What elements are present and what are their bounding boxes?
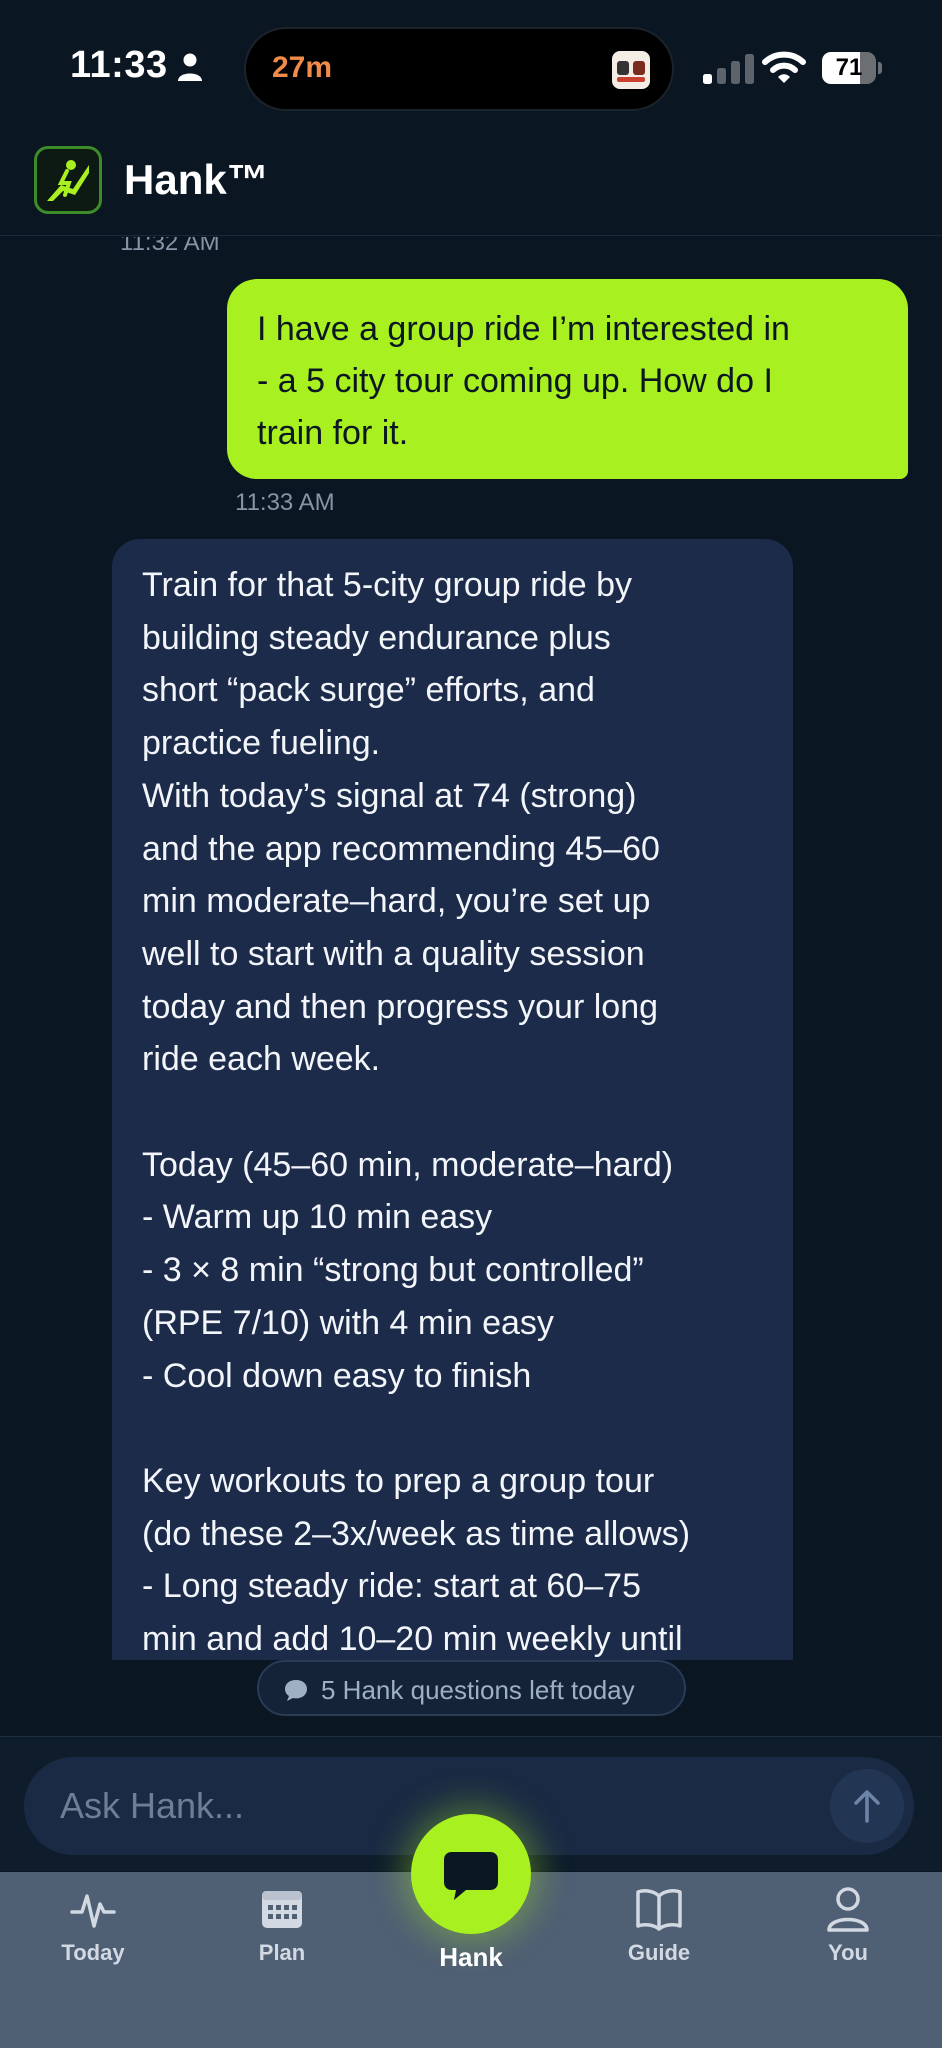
message-line: short “pack surge” efforts, and: [142, 671, 595, 710]
status-time: 11:33: [70, 44, 168, 86]
app-title: Hank™: [124, 156, 269, 203]
cellular-signal-icon: [703, 54, 754, 84]
message-line: (do these 2–3x/week as time allows): [142, 1514, 691, 1553]
status-bar: 11:33 27m 71: [0, 0, 942, 140]
tab-hank-label: Hank: [439, 1942, 503, 1972]
message-line: and the app recommending 45–60: [142, 829, 660, 868]
speech-bubble-icon: [285, 1680, 307, 1701]
message-line: - 3 × 8 min “strong but controlled”: [142, 1251, 644, 1290]
message-line: I have a group ride I’m interested in: [257, 310, 790, 348]
person-icon: [827, 1887, 869, 1932]
message-line: train for it.: [257, 414, 409, 452]
tab-you[interactable]: You: [783, 1886, 913, 1986]
island-activity-thumbnail-icon: [612, 51, 650, 89]
message-line: practice fueling.: [142, 724, 381, 763]
tab-hank[interactable]: [411, 1814, 531, 1934]
message-line: Train for that 5-city group ride by: [142, 566, 633, 604]
message-line: today and then progress your long: [142, 987, 659, 1026]
message-line: [142, 1086, 763, 1139]
message-line: [142, 1402, 763, 1455]
message-line: building steady endurance plus: [142, 618, 611, 657]
battery-level: 71: [835, 54, 863, 81]
book-icon: [636, 1889, 682, 1931]
questions-left-badge: 5 Hank questions left today: [257, 1660, 686, 1716]
input-placeholder: Ask Hank...: [60, 1785, 245, 1826]
tab-guide[interactable]: Guide: [594, 1886, 724, 1986]
calendar-icon: [262, 1891, 302, 1928]
pulse-icon: [70, 1894, 116, 1928]
chat-thread[interactable]: 11:32 AM I have a group ride I’m interes…: [0, 237, 942, 1660]
dynamic-island[interactable]: 27m: [244, 27, 674, 111]
app-header: Hank™: [0, 140, 942, 236]
questions-left-text: 5 Hank questions left today: [321, 1675, 635, 1705]
message-line: - Warm up 10 min easy: [142, 1198, 493, 1237]
battery-icon: 71: [822, 52, 882, 84]
message-line: ride each week.: [142, 1040, 381, 1079]
user-message-bubble: I have a group ride I’m interested in - …: [227, 279, 908, 479]
hank-logo-icon: [34, 146, 102, 214]
message-line: min moderate–hard, you’re set up: [142, 882, 651, 921]
message-line: - Long steady ride: start at 60–75: [142, 1567, 641, 1606]
message-line: (RPE 7/10) with 4 min easy: [142, 1303, 554, 1342]
message-line: - a 5 city tour coming up. How do I: [257, 362, 773, 400]
message-timestamp: 11:32 AM: [120, 237, 220, 256]
person-status-icon: [178, 53, 202, 81]
tab-label: Plan: [258, 1940, 306, 1965]
tab-label: Guide: [627, 1940, 691, 1965]
assistant-message-bubble: Train for that 5-city group ride by build…: [112, 539, 793, 1660]
wifi-icon: [762, 51, 806, 83]
tab-plan[interactable]: Plan: [217, 1886, 347, 1986]
tab-label: Today: [61, 1940, 125, 1965]
island-timer: 27m: [272, 51, 333, 84]
message-line: min and add 10–20 min weekly until: [142, 1620, 683, 1659]
message-line: Today (45–60 min, moderate–hard): [142, 1145, 674, 1184]
chat-bubble-icon: [444, 1852, 498, 1900]
message-line: - Cool down easy to finish: [142, 1356, 532, 1395]
message-timestamp: 11:33 AM: [235, 489, 335, 516]
message-line: Key workouts to prep a group tour: [142, 1461, 655, 1500]
arrow-up-icon: [854, 1790, 880, 1823]
send-button[interactable]: [830, 1769, 904, 1843]
tab-today[interactable]: Today: [28, 1886, 158, 1986]
tab-label: You: [828, 1940, 868, 1965]
message-line: well to start with a quality session: [142, 934, 645, 973]
message-line: With today’s signal at 74 (strong): [142, 776, 637, 815]
